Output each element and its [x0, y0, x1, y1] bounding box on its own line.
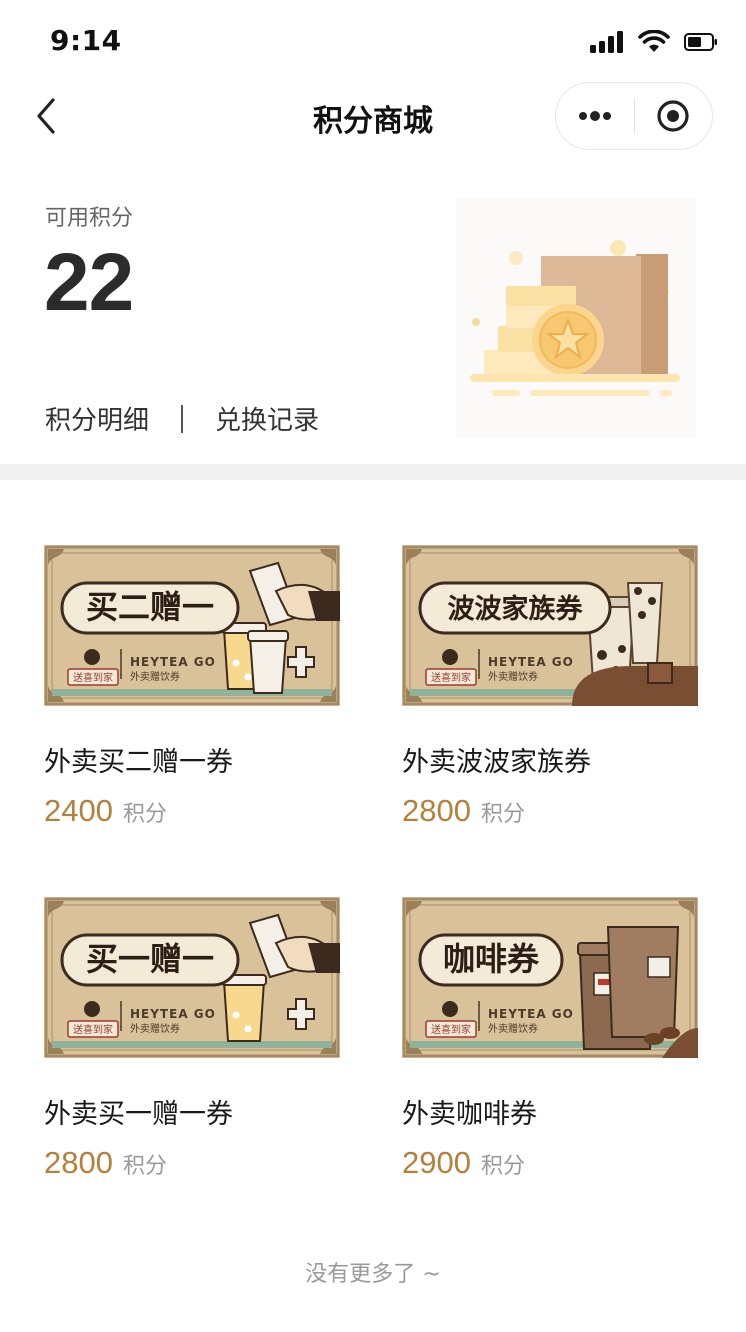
product-card[interactable]: 波波家族券 送喜到家 HEYTEA GO 外卖赠饮券 外卖波波家族券 2800 …	[402, 545, 698, 829]
coupon-title: 咖啡券	[443, 940, 540, 978]
product-price: 2800 积分	[402, 793, 698, 829]
status-icons	[590, 30, 718, 54]
coupon-brand: HEYTEA GO	[488, 1007, 574, 1021]
product-card[interactable]: 买二赠一 送喜到家 HEYTEA GO 外卖赠饮券 外卖买二赠一券 2400 积…	[44, 545, 340, 829]
price-unit: 积分	[122, 802, 167, 827]
product-card[interactable]: 买一赠一 送喜到家 HEYTEA GO 外卖赠饮券 外卖买一赠一券 2800 积…	[44, 897, 340, 1181]
more-button[interactable]	[556, 83, 634, 149]
price-unit: 积分	[480, 1154, 525, 1179]
coupon-brand: HEYTEA GO	[130, 1007, 216, 1021]
available-points-label: 可用积分	[45, 206, 134, 231]
coupon-brand-sub: 外卖赠饮券	[130, 1022, 180, 1035]
signal-icon	[590, 31, 623, 53]
wifi-icon	[638, 30, 670, 52]
coupon-brand-sub: 外卖赠饮券	[488, 1022, 538, 1035]
available-points-value: 22	[44, 237, 134, 328]
points-links: 积分明细 兑换记录	[45, 400, 319, 437]
status-time: 9:14	[50, 24, 122, 57]
more-dots-icon	[578, 111, 611, 121]
exchange-record-link[interactable]: 兑换记录	[215, 400, 319, 437]
nav-bar: 积分商城	[0, 80, 746, 154]
coupon-title: 买一赠一	[86, 940, 214, 978]
price-value: 2400	[44, 793, 113, 828]
coupon-stamp: 送喜到家	[73, 1023, 113, 1036]
close-mini-program-button[interactable]	[635, 83, 713, 149]
product-name: 外卖咖啡券	[402, 1099, 537, 1130]
battery-icon	[684, 33, 717, 51]
coupon-stamp: 送喜到家	[73, 671, 113, 684]
points-mall-illustration	[456, 198, 696, 438]
section-divider	[0, 464, 746, 480]
product-name: 外卖买一赠一券	[44, 1099, 233, 1130]
product-name: 外卖买二赠一券	[44, 747, 233, 778]
links-divider	[181, 404, 184, 433]
coupon-image: 波波家族券 送喜到家 HEYTEA GO 外卖赠饮券	[402, 545, 698, 706]
coupon-title: 波波家族券	[448, 593, 584, 625]
coupon-title: 买二赠一	[86, 588, 214, 626]
no-more-note: 没有更多了 ~	[305, 1262, 441, 1287]
coupon-image: 买二赠一 送喜到家 HEYTEA GO 外卖赠饮券	[44, 545, 340, 706]
coupon-brand-sub: 外卖赠饮券	[488, 670, 538, 683]
price-value: 2800	[402, 793, 471, 828]
price-unit: 积分	[122, 1154, 167, 1179]
price-value: 2800	[44, 1145, 113, 1180]
coupon-image: 咖啡券 送喜到家 HEYTEA GO 外卖赠饮券	[402, 897, 698, 1058]
mini-program-capsule	[555, 82, 713, 150]
coupon-brand: HEYTEA GO	[130, 655, 216, 669]
coupon-stamp: 送喜到家	[431, 1023, 471, 1036]
coupon-brand: HEYTEA GO	[488, 655, 574, 669]
target-close-icon	[657, 100, 689, 132]
product-price: 2900 积分	[402, 1145, 698, 1181]
product-name: 外卖波波家族券	[402, 747, 591, 778]
price-unit: 积分	[480, 802, 525, 827]
points-detail-link[interactable]: 积分明细	[45, 400, 149, 437]
product-card[interactable]: 咖啡券 送喜到家 HEYTEA GO 外卖赠饮券 外卖咖啡券 2900 积分	[402, 897, 698, 1181]
product-price: 2800 积分	[44, 1145, 340, 1181]
status-bar: 9:14	[0, 0, 746, 80]
product-price: 2400 积分	[44, 793, 340, 829]
coupon-brand-sub: 外卖赠饮券	[130, 670, 180, 683]
coupon-stamp: 送喜到家	[431, 671, 471, 684]
coupon-image: 买一赠一 送喜到家 HEYTEA GO 外卖赠饮券	[44, 897, 340, 1058]
price-value: 2900	[402, 1145, 471, 1180]
